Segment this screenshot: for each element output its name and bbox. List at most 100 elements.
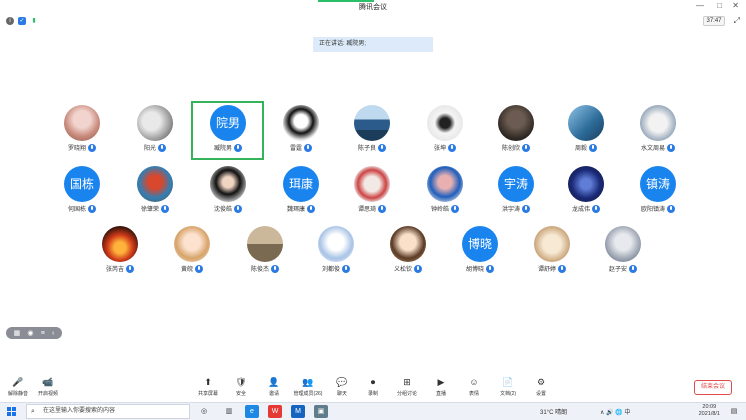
manage-members-label: 管理成员(26) [293, 391, 323, 397]
participant-tile[interactable]: 雷霆 [271, 105, 331, 167]
avatar [354, 105, 390, 141]
live-stream-button[interactable]: ▶ 直播 [423, 377, 459, 398]
participant-label: 张坤 [415, 144, 475, 154]
participant-label: 胡博晓 [450, 265, 510, 275]
microphone-icon [88, 205, 96, 214]
participant-tile[interactable]: 阳光 [125, 105, 185, 167]
avatar: 博晓 [462, 226, 498, 262]
wps-office-icon[interactable]: W [268, 405, 282, 418]
avatar [283, 105, 319, 141]
microphone-icon [161, 205, 169, 214]
participant-tile[interactable]: 罗晓翔 [52, 105, 112, 167]
participant-name: 沈俊皓 [213, 207, 232, 213]
participant-tile[interactable]: 谭舒婷 [522, 226, 582, 288]
start-video-button[interactable]: 📹 开启视频 [30, 377, 66, 398]
avatar [390, 226, 426, 262]
end-meeting-button[interactable]: 结束会议 [694, 380, 732, 395]
avatar [137, 166, 173, 202]
microphone-icon [522, 205, 530, 214]
avatar: 国栋 [64, 166, 100, 202]
taskbar-search-box[interactable]: ⌕ 在这里输入你要搜索的内容 [26, 404, 190, 419]
taskbar-clock[interactable]: 20:09 2021/8/1 [699, 404, 720, 418]
microphone-icon [414, 265, 422, 274]
signal-icon[interactable]: ▮ [30, 17, 38, 25]
participant-tile[interactable]: 沈俊皓 [198, 166, 258, 228]
participant-label: 赵子安 [593, 265, 653, 275]
notification-icon[interactable]: ▤ [728, 406, 740, 417]
documents-label: 文档(2) [499, 391, 517, 397]
participant-tile[interactable]: 水文周易 [628, 105, 688, 167]
participant-tile[interactable]: 陈创欣 [486, 105, 546, 167]
participant-tile[interactable]: 黄皖 [162, 226, 222, 288]
record-button[interactable]: ⏺ 录制 [355, 377, 391, 398]
meeting-app-icon[interactable]: M [291, 405, 305, 418]
window-title: 腾讯会议 [359, 4, 387, 11]
avatar: 宇涛 [498, 166, 534, 202]
participant-tile[interactable]: 镇涛 欧阳镇涛 [628, 166, 688, 228]
shield-icon[interactable]: ✓ [18, 17, 26, 25]
participant-tile[interactable]: 周毅 [556, 105, 616, 167]
participant-tile[interactable]: 赵子安 [593, 226, 653, 288]
participant-tile[interactable]: 珥康 魏珥康 [271, 166, 331, 228]
participant-tile[interactable]: 谭思琦 [342, 166, 402, 228]
search-icon: ⌕ [31, 408, 35, 415]
layout-switcher[interactable]: ▦ ◉ ≡ ‹ [6, 327, 62, 339]
microphone-icon [342, 265, 350, 274]
meeting-info-bar: i ✓ ▮ 37:47 ⤢ [0, 14, 746, 28]
minimize-icon[interactable]: — [696, 2, 704, 10]
participant-tile[interactable]: 刘都俊 [306, 226, 366, 288]
avatar [534, 226, 570, 262]
system-tray[interactable]: ∧ 🔊 🌐 中 [600, 407, 630, 416]
info-icon[interactable]: i [6, 17, 14, 25]
participant-tile[interactable]: 徐肇荣 [125, 166, 185, 228]
participant-tile[interactable]: 博晓 胡博晓 [450, 226, 510, 288]
grid-view-icon[interactable]: ▦ [14, 330, 21, 337]
edge-browser-icon[interactable]: e [245, 405, 259, 418]
participant-tile[interactable]: 义松钦 [378, 226, 438, 288]
participant-label: 黄皖 [162, 265, 222, 275]
participant-tile[interactable]: 陈子良 [342, 105, 402, 167]
participant-tile[interactable]: 国栋 何国栋 [52, 166, 112, 228]
participant-label: 周毅 [556, 144, 616, 154]
list-view-icon[interactable]: ≡ [41, 330, 45, 337]
documents-button[interactable]: 📄 文档(2) [490, 377, 526, 398]
media-app-icon[interactable]: ▣ [314, 405, 328, 418]
participant-tile[interactable]: 陈俊杰 [235, 226, 295, 288]
security-button[interactable]: 🛡 安全 [223, 377, 259, 398]
breakout-rooms-button[interactable]: ⊞ 分组讨论 [389, 377, 425, 398]
invite-button[interactable]: 👤 邀请 [256, 377, 292, 398]
participant-tile[interactable]: 龙成伟 [556, 166, 616, 228]
breakout-rooms-icon: ⊞ [403, 377, 411, 387]
avatar [318, 226, 354, 262]
participant-tile[interactable]: 张芮吉 [90, 226, 150, 288]
maximize-icon[interactable]: □ [717, 2, 722, 10]
avatar [605, 226, 641, 262]
share-screen-button[interactable]: ⬆ 共享屏幕 [190, 377, 226, 398]
close-icon[interactable]: ✕ [732, 2, 739, 10]
participant-tile[interactable]: 张坤 [415, 105, 475, 167]
manage-members-button[interactable]: 👥 管理成员(26) [290, 377, 326, 398]
participant-name: 钟岭皓 [430, 207, 449, 213]
participant-tile[interactable]: 钟岭皓 [415, 166, 475, 228]
participant-tile[interactable]: 宇涛 洪宇涛 [486, 166, 546, 228]
reactions-button[interactable]: ☺ 表情 [456, 377, 492, 398]
participant-name: 雷霆 [289, 146, 302, 152]
record-label: 录制 [367, 391, 378, 397]
task-view-icon[interactable]: ◎ [197, 405, 211, 418]
weather-text[interactable]: 31°C 晴朗 [540, 407, 567, 416]
fullscreen-icon[interactable]: ⤢ [734, 16, 740, 26]
participant-label: 钟岭皓 [415, 205, 475, 215]
settings-button[interactable]: ⚙ 设置 [523, 377, 559, 398]
participant-label: 陈子良 [342, 144, 402, 154]
participant-label: 何国栋 [52, 205, 112, 215]
microphone-icon [667, 144, 675, 153]
windows-start-button[interactable] [7, 407, 17, 417]
chat-icon: 💬 [336, 377, 348, 387]
search-placeholder: 在这里输入你要搜索的内容 [43, 408, 116, 414]
start-video-label: 开启视频 [37, 391, 58, 397]
file-explorer-icon[interactable]: ▥ [222, 405, 236, 418]
microphone-icon [592, 205, 600, 214]
collapse-arrow-icon[interactable]: ‹ [52, 330, 54, 337]
camera-icon: 📹 [42, 377, 54, 387]
speaker-view-icon[interactable]: ◉ [27, 330, 33, 337]
